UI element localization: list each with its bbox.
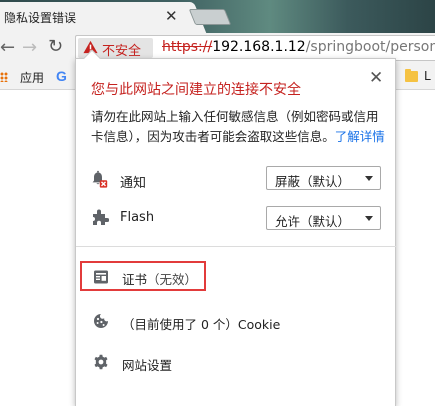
url-host: 192.168.1.12 <box>212 39 306 55</box>
browser-tab[interactable]: 隐私设置错误 ✕ <box>0 2 188 33</box>
certificate-status: （无效） <box>147 272 198 287</box>
folder-icon[interactable] <box>405 69 418 82</box>
tab-close-icon[interactable]: ✕ <box>165 7 178 25</box>
google-icon[interactable]: G <box>56 68 67 84</box>
notification-bell-icon <box>92 170 108 188</box>
bookmark-folder-label[interactable]: L <box>424 69 431 83</box>
notifications-select[interactable]: 屏蔽（默认） <box>266 166 381 190</box>
flash-select[interactable]: 允许（默认） <box>266 206 381 230</box>
forward-arrow-icon[interactable]: → <box>22 37 37 58</box>
certificate-link[interactable]: 证书（无效） <box>122 269 197 288</box>
back-arrow-icon[interactable]: ← <box>0 37 15 58</box>
close-icon[interactable]: ✕ <box>369 68 383 88</box>
permission-notifications-label: 通知 <box>120 176 147 191</box>
site-info-popup: 您与此网站之间建立的连接不安全 ✕ 请勿在此网站上输入任何敏感信息（例如密码或信… <box>75 49 396 406</box>
reload-icon[interactable]: ↻ <box>48 36 63 57</box>
site-settings-link[interactable]: 网站设置 <box>122 355 172 374</box>
apps-grid-icon[interactable] <box>0 72 8 82</box>
chevron-down-icon <box>365 216 373 221</box>
tab-title: 隐私设置错误 <box>4 11 77 25</box>
cookies-link[interactable]: （目前使用了 0 个）Cookie <box>122 314 280 333</box>
certificate-icon <box>94 270 108 284</box>
divider <box>76 246 396 247</box>
security-description: 请勿在此网站上输入任何敏感信息（例如密码或信用卡信息），因为攻击者可能会盗取这些… <box>91 107 387 147</box>
notifications-select-value: 屏蔽（默认） <box>275 174 351 189</box>
cookie-icon <box>94 314 108 328</box>
flash-select-value: 允许（默认） <box>275 214 351 229</box>
url-scheme: https:// <box>162 39 213 55</box>
connection-warning-title: 您与此网站之间建立的连接不安全 <box>91 82 301 98</box>
url-path: /springboot/person <box>305 39 435 55</box>
chevron-down-icon <box>365 176 373 181</box>
learn-more-link[interactable]: 了解详情 <box>335 129 385 144</box>
tab-strip: 隐私设置错误 ✕ <box>0 0 435 33</box>
security-chip-label: 不安全 <box>102 44 142 59</box>
new-tab-button[interactable] <box>188 9 232 25</box>
bookmark-apps[interactable]: 应用 <box>20 69 44 86</box>
permission-flash-label: Flash <box>120 210 155 225</box>
url-text: https://192.168.1.12/springboot/person <box>162 39 435 55</box>
gear-icon <box>94 354 108 370</box>
certificate-label: 证书 <box>122 272 148 287</box>
flash-plugin-icon <box>93 209 109 225</box>
